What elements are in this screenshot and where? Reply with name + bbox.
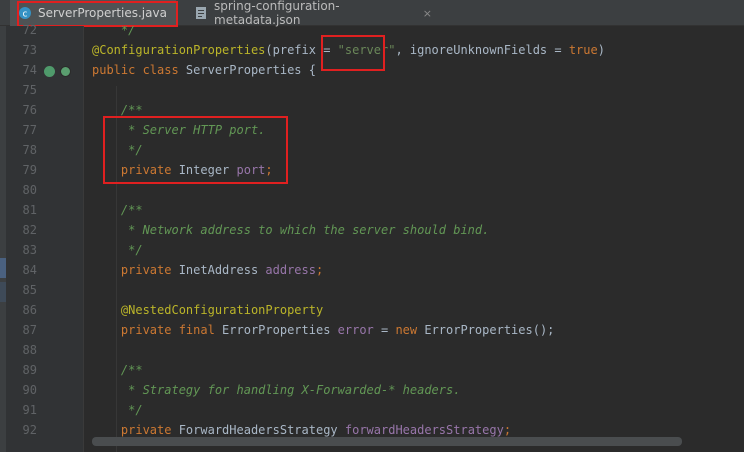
close-icon[interactable]: × xyxy=(423,7,432,20)
line-number: 78 xyxy=(22,143,37,157)
code-token: ; xyxy=(315,263,324,277)
code-token: InetAddress xyxy=(178,263,266,277)
line-number: 79 xyxy=(22,163,37,177)
line-number: 90 xyxy=(22,383,37,397)
line-number-gutter: 72 73 74 75 76 77 78 79 80 81 82 83 84 85 86 87 88 89 90 91… xyxy=(6,23,84,452)
code-token: * Strategy for handling X-Forwarded-* he… xyxy=(92,383,461,397)
line-number: 88 xyxy=(22,343,37,357)
code-token: */ xyxy=(92,26,136,37)
line-number: 74 xyxy=(22,63,37,77)
line-number: 80 xyxy=(22,183,37,197)
code-token: ErrorProperties(); xyxy=(424,323,555,337)
line-number: 83 xyxy=(22,243,37,257)
code-line: */ xyxy=(92,26,135,40)
line-number: 75 xyxy=(22,83,37,97)
spring-bean-icon[interactable] xyxy=(60,66,71,77)
code-line: /** xyxy=(92,360,143,380)
code-token: private xyxy=(92,423,179,437)
code-token: ; xyxy=(503,423,512,437)
line-number: 89 xyxy=(22,363,37,377)
code-line: /** xyxy=(92,200,143,220)
code-token: ForwardHeadersStrategy xyxy=(178,423,345,437)
code-token: */ xyxy=(92,403,143,417)
tab-spring-configuration-metadata-json[interactable]: spring-configuration-metadata.json × xyxy=(186,0,440,27)
line-number: 73 xyxy=(22,43,37,57)
line-number: 92 xyxy=(22,423,37,437)
line-number: 82 xyxy=(22,223,37,237)
code-token: ServerProperties { xyxy=(185,63,316,77)
code-line: public class ServerProperties { xyxy=(92,60,316,80)
line-number: 72 xyxy=(22,23,37,37)
code-token: = xyxy=(373,323,396,337)
line-number: 91 xyxy=(22,403,37,417)
code-token: /** xyxy=(92,103,143,117)
line-number: 87 xyxy=(22,323,37,337)
code-token: ErrorProperties xyxy=(222,323,338,337)
code-token: address xyxy=(265,263,316,277)
code-token: true xyxy=(568,43,598,57)
line-number: 76 xyxy=(22,103,37,117)
code-token: /** xyxy=(92,203,143,217)
code-token: */ xyxy=(92,243,143,257)
code-token: new xyxy=(395,323,425,337)
code-token: @ConfigurationProperties xyxy=(92,43,266,57)
json-file-icon xyxy=(196,7,206,19)
code-token: public class xyxy=(92,63,186,77)
code-token: private final xyxy=(92,323,223,337)
highlight-box-prefix xyxy=(321,35,385,71)
code-line: * Network address to which the server sh… xyxy=(92,220,489,240)
code-token: /** xyxy=(92,363,143,377)
line-number: 81 xyxy=(22,203,37,217)
code-line: private InetAddress address; xyxy=(92,260,323,280)
horizontal-scrollbar[interactable] xyxy=(92,437,682,446)
line-number: 85 xyxy=(22,283,37,297)
code-token: , ignoreUnknownFields = xyxy=(395,43,569,57)
code-token: forwardHeadersStrategy xyxy=(344,423,504,437)
code-line: */ xyxy=(92,240,143,260)
code-token: @NestedConfigurationProperty xyxy=(92,303,324,317)
code-token: ) xyxy=(597,43,605,57)
code-token: error xyxy=(337,323,374,337)
code-token: * Network address to which the server sh… xyxy=(92,223,490,237)
code-line: @NestedConfigurationProperty xyxy=(92,300,323,320)
code-line: * Strategy for handling X-Forwarded-* he… xyxy=(92,380,460,400)
highlight-box-tab xyxy=(17,1,178,27)
code-token: private xyxy=(92,263,179,277)
line-number: 86 xyxy=(22,303,37,317)
bean-icon[interactable] xyxy=(44,66,55,77)
code-line: private final ErrorProperties error = ne… xyxy=(92,320,555,340)
tab-label: spring-configuration-metadata.json xyxy=(214,0,340,27)
line-number: 84 xyxy=(22,263,37,277)
line-number: 77 xyxy=(22,123,37,137)
highlight-box-port xyxy=(103,116,288,184)
code-line: */ xyxy=(92,400,143,420)
code-editor[interactable]: */@ConfigurationProperties(prefix = "ser… xyxy=(84,26,744,452)
